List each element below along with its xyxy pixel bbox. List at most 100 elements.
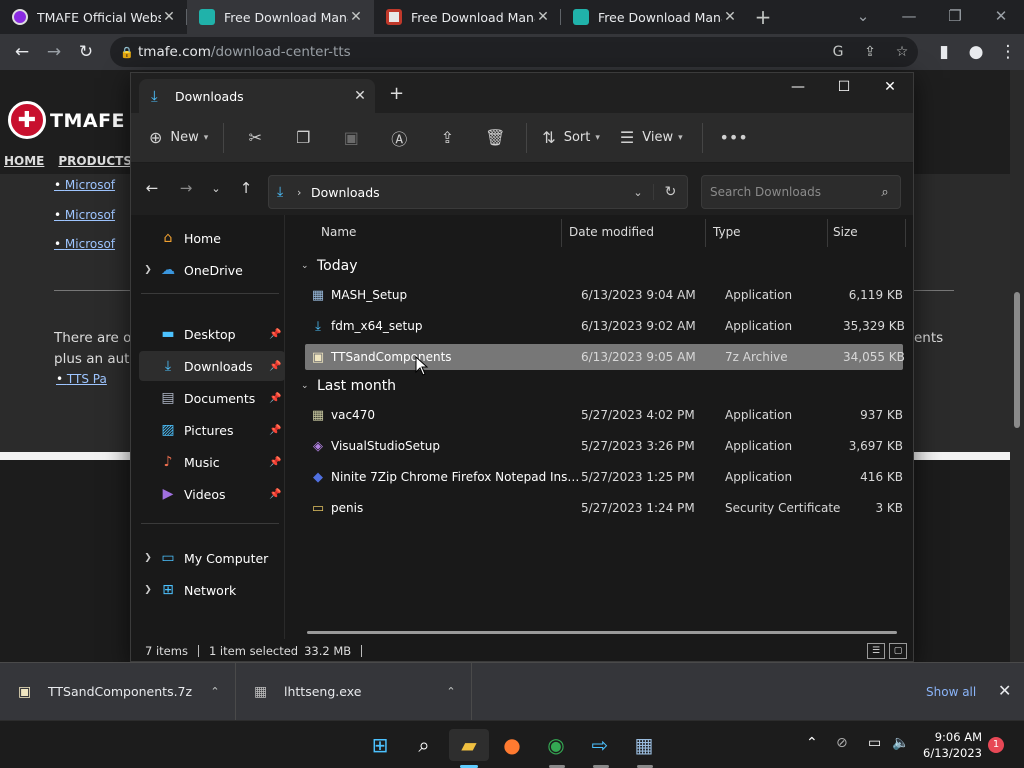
download-item[interactable]: ▣ TTSandComponents.7z ⌃: [0, 662, 236, 721]
recent-locations-chevron-icon[interactable]: ⌄: [203, 182, 229, 195]
nav-item-music[interactable]: ♪ Music 📌: [139, 447, 285, 477]
chevron-up-icon[interactable]: ⌃: [431, 685, 471, 698]
column-header-date[interactable]: Date modified: [569, 225, 654, 239]
download-item[interactable]: ▦ lhttseng.exe ⌃: [236, 662, 472, 721]
new-button[interactable]: ⊕ New ▾: [141, 121, 216, 155]
view-button[interactable]: ☰ View ▾: [608, 121, 695, 155]
tiles-view-icon[interactable]: ▢: [889, 643, 907, 659]
page-scrollbar[interactable]: [1010, 70, 1024, 662]
maximize-button[interactable]: ❐: [932, 0, 978, 32]
explorer-new-tab-button[interactable]: +: [389, 83, 404, 104]
share-icon[interactable]: ⇪: [854, 44, 886, 60]
close-tab-icon[interactable]: ✕: [535, 9, 551, 25]
search-icon[interactable]: ⌕: [404, 729, 444, 761]
close-tab-icon[interactable]: ✕: [348, 9, 364, 25]
nav-item-onedrive[interactable]: ❯ ☁ OneDrive: [139, 255, 285, 285]
start-windows-icon[interactable]: ⊞: [360, 729, 400, 761]
table-row[interactable]: ▣ TTSandComponents 6/13/2023 9:05 AM 7z …: [305, 344, 905, 370]
site-nav-products[interactable]: PRODUCTS: [58, 154, 132, 168]
breadcrumb[interactable]: Downloads: [311, 185, 623, 200]
table-row[interactable]: ◈ VisualStudioSetup 5/27/2023 3:26 PM Ap…: [305, 433, 903, 459]
browser-tab-fdm-1[interactable]: Free Download Manag ✕: [187, 0, 374, 34]
up-arrow-icon[interactable]: ↑: [233, 179, 259, 197]
site-list-item[interactable]: Microsof: [54, 208, 115, 222]
kebab-menu-icon[interactable]: ⋮: [992, 36, 1024, 68]
explorer-close-button[interactable]: ✕: [867, 73, 913, 101]
rename-button[interactable]: Ⓐ: [375, 121, 423, 155]
site-list-item[interactable]: Microsof: [54, 178, 115, 192]
nav-item-videos[interactable]: ▶ Videos 📌: [139, 479, 285, 509]
show-all-link[interactable]: Show all: [926, 685, 976, 699]
browser-tab-fdm-2[interactable]: Free Download Manag ✕: [374, 0, 561, 34]
nav-item-network[interactable]: ❯ ⊞ Network: [139, 575, 285, 605]
nav-item-my-computer[interactable]: ❯ ▭ My Computer: [139, 543, 285, 573]
side-panel-icon[interactable]: ▮: [928, 36, 960, 68]
site-list-item[interactable]: Microsof: [54, 237, 115, 251]
delete-button[interactable]: 🗑: [471, 121, 519, 155]
expand-chevron-icon[interactable]: ❯: [139, 265, 157, 275]
share-button[interactable]: ⇪: [423, 121, 471, 155]
column-header-name[interactable]: Name: [321, 225, 356, 239]
show-hidden-icons-chevron-icon[interactable]: ⌃: [806, 735, 818, 751]
volume-icon[interactable]: 🔈: [892, 735, 909, 751]
horizontal-scrollbar[interactable]: [307, 631, 897, 634]
browser-tab-tmafe[interactable]: TMAFE Official Website ✕: [0, 0, 187, 34]
bookmark-star-icon[interactable]: ☆: [886, 44, 918, 60]
profile-icon[interactable]: ●: [960, 36, 992, 68]
search-icon[interactable]: ⌕: [870, 185, 900, 200]
table-row[interactable]: ◆ Ninite 7Zip Chrome Firefox Notepad Ins…: [305, 464, 903, 490]
details-view-icon[interactable]: ☰: [867, 643, 885, 659]
paste-button[interactable]: ▣: [327, 121, 375, 155]
minimize-button[interactable]: —: [886, 0, 932, 32]
explorer-maximize-button[interactable]: ☐: [821, 73, 867, 101]
application-icon[interactable]: ▦: [624, 729, 664, 761]
close-downloads-bar-icon[interactable]: ✕: [998, 681, 1011, 700]
more-options-button[interactable]: •••: [710, 121, 758, 155]
reload-icon[interactable]: ↻: [70, 36, 102, 68]
group-header-today[interactable]: ⌄ Today: [301, 258, 358, 274]
table-row[interactable]: ⤓ fdm_x64_setup 6/13/2023 9:02 AM Applic…: [305, 313, 905, 339]
close-tab-icon[interactable]: ✕: [161, 9, 177, 25]
expand-chevron-icon[interactable]: ❯: [139, 553, 157, 563]
group-header-last-month[interactable]: ⌄ Last month: [301, 378, 396, 394]
tmafe-logo-icon[interactable]: ✚: [8, 101, 46, 139]
explorer-minimize-button[interactable]: —: [775, 73, 821, 101]
site-nav-home[interactable]: HOME: [4, 154, 44, 168]
new-tab-button[interactable]: +: [748, 0, 778, 34]
remote-desktop-icon[interactable]: ⇨: [580, 729, 620, 761]
address-dropdown-icon[interactable]: ⌄: [623, 186, 653, 199]
close-window-button[interactable]: ✕: [978, 0, 1024, 32]
back-arrow-icon[interactable]: ←: [139, 179, 165, 197]
google-lens-icon[interactable]: G: [822, 44, 854, 60]
nav-item-home[interactable]: ⌂ Home: [139, 223, 285, 253]
system-clock[interactable]: 9:06 AM 6/13/2023: [918, 729, 982, 761]
nav-item-downloads[interactable]: ⤓ Downloads 📌: [139, 351, 285, 381]
table-row[interactable]: ▦ vac470 5/27/2023 4:02 PM Application 9…: [305, 402, 903, 428]
forward-arrow-icon[interactable]: →: [173, 179, 199, 197]
expand-chevron-icon[interactable]: ❯: [139, 585, 157, 595]
nav-item-documents[interactable]: ▤ Documents 📌: [139, 383, 285, 413]
browser-tab-fdm-3[interactable]: Free Download Manag ✕: [561, 0, 748, 34]
explorer-address-bar[interactable]: ⤓ › Downloads ⌄ ↻: [268, 175, 688, 209]
table-row[interactable]: ▦ MASH_Setup 6/13/2023 9:04 AM Applicati…: [305, 282, 903, 308]
file-explorer-icon[interactable]: ▰: [449, 729, 489, 761]
forward-arrow-icon[interactable]: →: [38, 36, 70, 68]
close-tab-icon[interactable]: ✕: [345, 88, 375, 104]
close-tab-icon[interactable]: ✕: [722, 9, 738, 25]
nav-item-desktop[interactable]: ▬ Desktop 📌: [139, 319, 285, 349]
nav-item-pictures[interactable]: ▨ Pictures 📌: [139, 415, 285, 445]
column-header-type[interactable]: Type: [713, 225, 741, 239]
sort-button[interactable]: ⇅ Sort ▾: [534, 121, 608, 155]
firefox-icon[interactable]: ●: [492, 729, 532, 761]
back-arrow-icon[interactable]: ←: [6, 36, 38, 68]
chevron-up-icon[interactable]: ⌃: [195, 685, 235, 698]
table-row[interactable]: ▭ penis 5/27/2023 1:24 PM Security Certi…: [305, 495, 903, 521]
explorer-search[interactable]: ⌕: [701, 175, 901, 209]
notification-badge[interactable]: 1: [988, 737, 1004, 753]
site-link[interactable]: TTS Pa: [56, 372, 107, 386]
network-offline-icon[interactable]: ⊘: [836, 735, 848, 751]
explorer-tab-downloads[interactable]: ⤓ Downloads ✕: [139, 79, 375, 113]
chrome-icon[interactable]: ◉: [536, 729, 576, 761]
tab-search-icon[interactable]: ⌄: [840, 0, 886, 32]
address-bar[interactable]: 🔒 tmafe.com/download-center-tts G ⇪ ☆: [110, 37, 918, 67]
